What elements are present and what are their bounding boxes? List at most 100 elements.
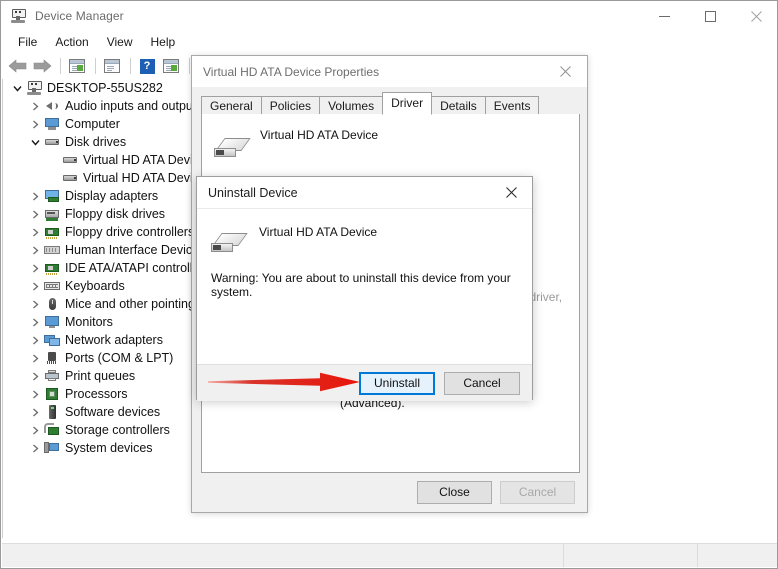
device-manager-icon [10, 8, 26, 24]
chevron-right-icon[interactable] [27, 421, 43, 439]
uninstall-warning-text: Warning: You are about to uninstall this… [211, 271, 511, 299]
tree-node-label: Storage controllers [65, 423, 170, 437]
update-driver-icon[interactable] [101, 55, 123, 77]
device-header: Virtual HD ATA Device [202, 114, 579, 162]
menu-item-view[interactable]: View [98, 33, 142, 51]
chevron-right-icon[interactable] [27, 223, 43, 241]
uninstall-cancel-button[interactable]: Cancel [444, 371, 520, 395]
hard-disk-icon [211, 231, 248, 257]
status-cell-message [2, 544, 564, 567]
chevron-right-icon[interactable] [27, 439, 43, 457]
monitor-icon [43, 313, 61, 331]
hid-icon [43, 241, 61, 259]
toolbar-separator [189, 58, 190, 74]
chevron-right-icon[interactable] [27, 403, 43, 421]
chevron-right-icon[interactable] [27, 331, 43, 349]
mouse-icon [43, 295, 61, 313]
tab-volumes[interactable]: Volumes [319, 96, 384, 116]
chevron-down-icon[interactable] [9, 79, 25, 97]
tab-events[interactable]: Events [484, 96, 540, 116]
close-icon[interactable] [543, 56, 587, 87]
properties-icon[interactable] [66, 55, 88, 77]
tree-node-label: Floppy drive controllers [65, 225, 195, 239]
chevron-right-icon[interactable] [27, 205, 43, 223]
chevron-right-icon[interactable] [27, 295, 43, 313]
uninstall-device-header: Virtual HD ATA Device [197, 209, 532, 257]
device-name-label: Virtual HD ATA Device [260, 128, 379, 142]
hdd-icon [61, 169, 79, 187]
uninstall-footer: Uninstall Cancel [197, 365, 532, 401]
tree-node-label: Disk drives [65, 135, 127, 149]
properties-tabstrip: General Policies Volumes Driver Details … [201, 92, 580, 116]
hdd-icon [43, 133, 61, 151]
tree-node-label: System devices [65, 441, 153, 455]
tree-node-label: Computer [65, 117, 120, 131]
uninstall-titlebar: Uninstall Device [197, 177, 532, 209]
hdd-icon [61, 151, 79, 169]
properties-footer: Close Cancel [192, 472, 587, 512]
chevron-right-icon[interactable] [27, 349, 43, 367]
uninstall-confirm-button[interactable]: Uninstall [359, 371, 435, 395]
chevron-right-icon[interactable] [27, 97, 43, 115]
port-icon [43, 349, 61, 367]
tree-node-label: Audio inputs and outputs [65, 99, 203, 113]
close-button[interactable] [733, 1, 777, 31]
tab-details[interactable]: Details [431, 96, 486, 116]
chevron-right-icon[interactable] [27, 115, 43, 133]
chevron-right-icon[interactable] [27, 187, 43, 205]
display-adapter-icon [43, 187, 61, 205]
status-cell-tertiary [698, 544, 777, 567]
tree-node-label: Display adapters [65, 189, 159, 203]
chevron-right-icon[interactable] [27, 385, 43, 403]
back-arrow-icon[interactable] [7, 55, 29, 77]
close-button[interactable]: Close [417, 480, 492, 504]
computer-icon [25, 79, 43, 97]
tree-node-label: DESKTOP-55US282 [47, 81, 163, 95]
tree-node-label: Virtual HD ATA Device [83, 153, 206, 167]
tree-node-label: Keyboards [65, 279, 125, 293]
toolbar-separator [95, 58, 96, 74]
chevron-right-icon[interactable] [27, 259, 43, 277]
system-device-icon [43, 439, 61, 457]
uninstall-body: Virtual HD ATA Device Warning: You are a… [197, 209, 532, 365]
cancel-button: Cancel [500, 480, 575, 504]
toolbar-separator [130, 58, 131, 74]
menu-item-action[interactable]: Action [46, 33, 97, 51]
maximize-button[interactable] [687, 1, 733, 31]
printer-icon [43, 367, 61, 385]
minimize-button[interactable] [641, 1, 687, 31]
scan-hardware-icon[interactable] [160, 55, 182, 77]
close-icon[interactable] [490, 177, 532, 208]
tree-node-label: Processors [65, 387, 128, 401]
chevron-right-icon[interactable] [27, 367, 43, 385]
menu-item-help[interactable]: Help [142, 33, 185, 51]
floppy-controller-icon [43, 223, 61, 241]
menu-item-file[interactable]: File [9, 33, 46, 51]
toolbar-separator [60, 58, 61, 74]
forward-arrow-icon[interactable] [31, 55, 53, 77]
cpu-icon [43, 385, 61, 403]
network-icon [43, 331, 61, 349]
tab-policies[interactable]: Policies [260, 96, 321, 116]
chevron-right-icon[interactable] [27, 277, 43, 295]
chevron-down-icon[interactable] [27, 133, 43, 151]
help-icon[interactable]: ? [136, 55, 158, 77]
uninstall-device-dialog: Uninstall Device Virtual HD ATA Device W… [196, 176, 533, 401]
tree-node-label: IDE ATA/ATAPI controllers [65, 261, 210, 275]
chevron-right-icon[interactable] [27, 313, 43, 331]
window-title: Device Manager [35, 9, 124, 23]
monitor-icon [43, 115, 61, 133]
tree-node-label: Floppy disk drives [65, 207, 166, 221]
tab-general[interactable]: General [201, 96, 262, 116]
storage-controller-icon [43, 421, 61, 439]
properties-titlebar: Virtual HD ATA Device Properties [192, 56, 587, 87]
tab-driver[interactable]: Driver [382, 92, 433, 115]
uninstall-device-name: Virtual HD ATA Device [259, 225, 378, 239]
window-controls [641, 1, 777, 31]
tree-node-label: Print queues [65, 369, 136, 383]
tree-node-label: Monitors [65, 315, 113, 329]
tree-node-label: Software devices [65, 405, 161, 419]
chevron-right-icon[interactable] [27, 241, 43, 259]
menu-bar: File Action View Help [1, 31, 777, 53]
status-bar [2, 543, 777, 567]
